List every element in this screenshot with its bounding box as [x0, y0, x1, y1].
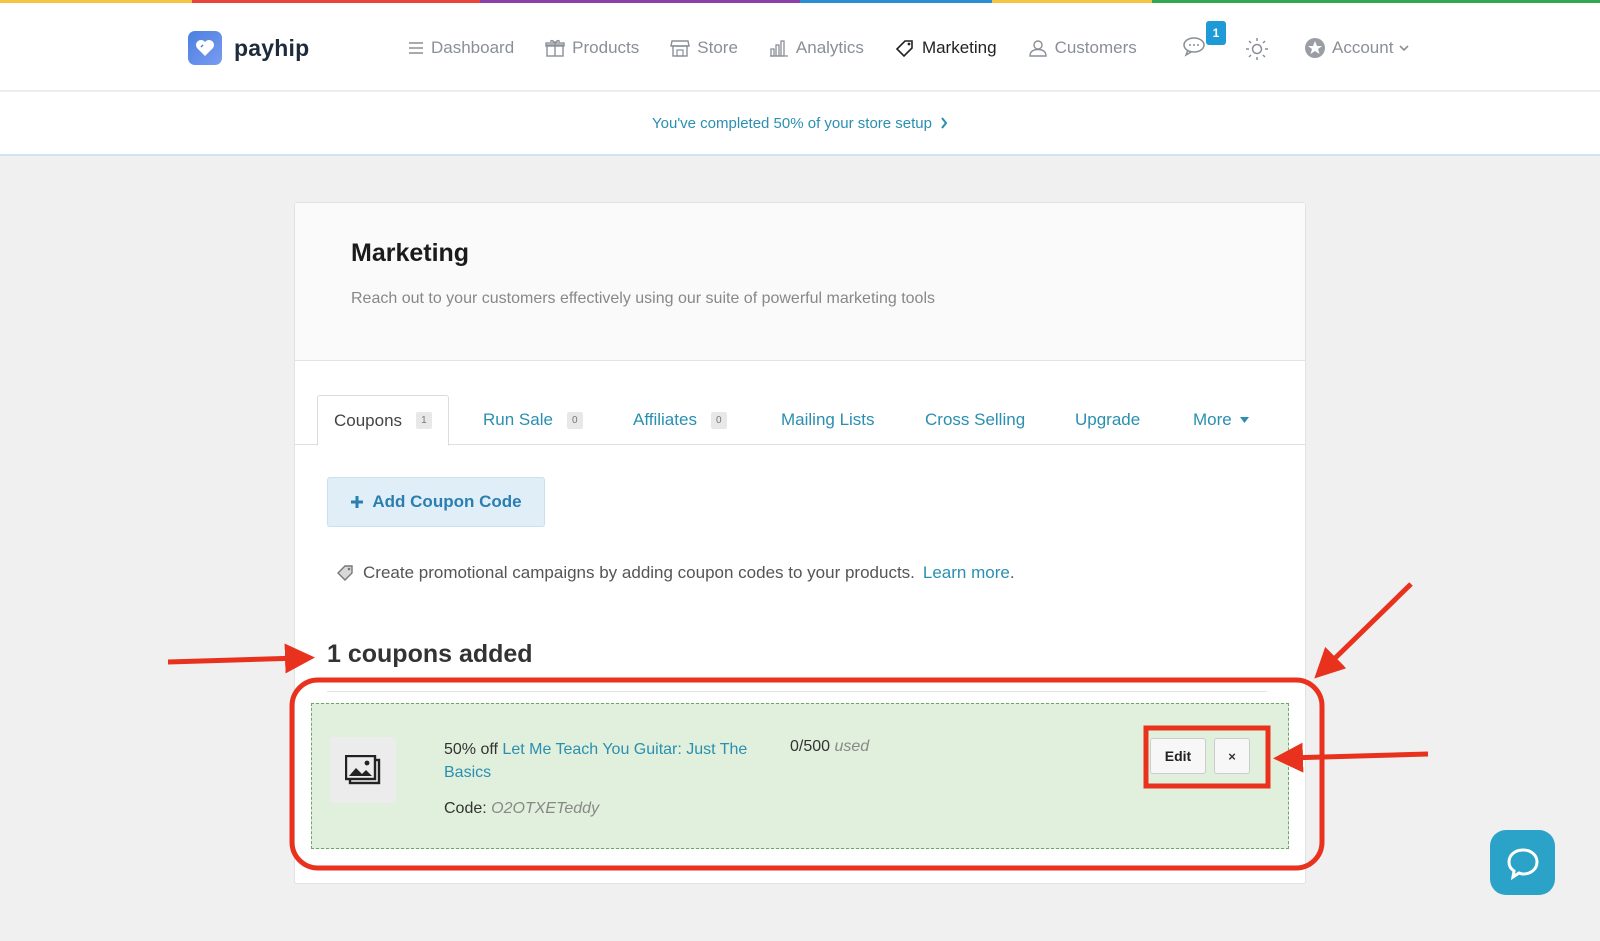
coupons-count-heading: 1 coupons added	[327, 640, 533, 668]
nav-analytics[interactable]: Analytics	[769, 38, 864, 58]
tag-icon	[337, 565, 353, 581]
tab-run-sale-label: Run Sale	[483, 410, 553, 429]
coupon-row: 50% off Let Me Teach You Guitar: Just Th…	[311, 703, 1289, 849]
chat-bubble-icon	[1506, 847, 1539, 880]
coupon-description: 50% off Let Me Teach You Guitar: Just Th…	[444, 738, 754, 784]
tab-cross-selling[interactable]: Cross Selling	[925, 395, 1025, 445]
messages-count-badge: 1	[1206, 21, 1226, 45]
nav-store-label: Store	[697, 38, 738, 57]
theme-toggle-sun-icon[interactable]	[1245, 37, 1269, 66]
annotation-arrow-left	[167, 643, 315, 674]
marketing-card: Marketing Reach out to your customers ef…	[294, 202, 1306, 884]
promo-hint: Create promotional campaigns by adding c…	[337, 563, 1015, 583]
nav-store[interactable]: Store	[670, 38, 738, 58]
chevron-right-icon	[941, 117, 948, 129]
edit-coupon-button[interactable]: Edit	[1150, 738, 1206, 774]
nav-customers[interactable]: Customers	[1028, 38, 1137, 58]
tab-upgrade[interactable]: Upgrade	[1075, 395, 1140, 445]
setup-progress-link[interactable]: You've completed 50% of your store setup	[652, 115, 948, 132]
promo-text: Create promotional campaigns by adding c…	[363, 563, 915, 582]
coupon-discount: 50% off	[444, 741, 498, 758]
page-title: Marketing	[351, 239, 470, 267]
storefront-icon	[670, 40, 691, 57]
annotation-arrow-right	[1273, 742, 1429, 773]
nav-dashboard-label: Dashboard	[431, 38, 515, 57]
setup-progress-text: You've completed 50% of your store setup	[652, 114, 932, 132]
help-chat-button[interactable]	[1490, 830, 1555, 895]
tab-mailing-lists[interactable]: Mailing Lists	[781, 395, 875, 445]
setup-progress-banner: You've completed 50% of your store setup	[0, 92, 1600, 156]
learn-more-link[interactable]: Learn more	[923, 563, 1010, 582]
user-icon	[1028, 40, 1047, 57]
delete-coupon-button[interactable]: ×	[1214, 738, 1250, 774]
section-divider	[327, 691, 1267, 692]
nav-customers-label: Customers	[1054, 38, 1137, 57]
coupon-used-label: used	[834, 738, 870, 755]
tab-run-sale[interactable]: Run Sale 0	[483, 395, 583, 445]
payhip-heart-icon	[188, 31, 222, 65]
marketing-tabs: Coupons 1 Run Sale 0 Affiliates 0 Mailin…	[295, 361, 1305, 446]
tab-mailing-lists-label: Mailing Lists	[781, 410, 875, 429]
tab-run-sale-count: 0	[566, 411, 583, 429]
chevron-down-icon	[1399, 45, 1410, 52]
nav-products[interactable]: Products	[545, 38, 639, 58]
product-thumbnail	[330, 737, 396, 803]
coupon-code-label: Code:	[444, 800, 487, 817]
main-nav: Dashboard Products Store Analytics Marke…	[408, 33, 1168, 63]
add-coupon-button[interactable]: Add Coupon Code	[327, 477, 545, 527]
plus-icon	[351, 496, 364, 508]
tab-coupons-label: Coupons	[334, 410, 403, 430]
gift-icon	[545, 39, 565, 57]
tab-coupons[interactable]: Coupons 1	[317, 395, 449, 446]
nav-dashboard[interactable]: Dashboard	[408, 38, 514, 58]
coupon-code: Code: O2OTXETeddy	[444, 800, 599, 818]
menu-icon	[409, 42, 423, 54]
account-label: Account	[1332, 38, 1394, 57]
tag-icon	[895, 40, 913, 57]
tab-affiliates-count: 0	[710, 411, 727, 429]
bar-chart-icon	[769, 40, 788, 57]
tab-coupons-count: 1	[416, 412, 432, 429]
coupon-usage: 0/500 used	[790, 738, 869, 756]
nav-marketing-label: Marketing	[921, 38, 997, 57]
brand-name: payhip	[234, 34, 310, 61]
tab-affiliates[interactable]: Affiliates 0	[633, 395, 727, 445]
image-placeholder-icon	[345, 755, 381, 785]
tab-more[interactable]: More	[1193, 395, 1249, 445]
nav-products-label: Products	[572, 38, 640, 57]
brand-logo[interactable]: payhip	[188, 31, 309, 65]
tab-affiliates-label: Affiliates	[633, 410, 697, 429]
coupon-code-value: O2OTXETeddy	[491, 800, 600, 817]
nav-marketing[interactable]: Marketing	[895, 38, 997, 58]
tab-upgrade-label: Upgrade	[1075, 410, 1141, 429]
coupon-used-count: 0/500	[790, 738, 831, 755]
add-coupon-label: Add Coupon Code	[372, 492, 522, 511]
marketing-header: Marketing Reach out to your customers ef…	[295, 203, 1305, 361]
tab-more-label: More	[1193, 410, 1232, 429]
caret-down-icon	[1239, 417, 1249, 423]
account-star-icon	[1305, 38, 1325, 58]
page-subtitle: Reach out to your customers effectively …	[351, 290, 935, 307]
account-menu[interactable]: Account	[1304, 37, 1410, 59]
annotation-arrow-diagonal	[1314, 582, 1413, 679]
tab-cross-selling-label: Cross Selling	[925, 410, 1026, 429]
nav-analytics-label: Analytics	[795, 38, 864, 57]
top-navigation-bar: payhip Dashboard Products Store Analytic…	[0, 3, 1600, 91]
